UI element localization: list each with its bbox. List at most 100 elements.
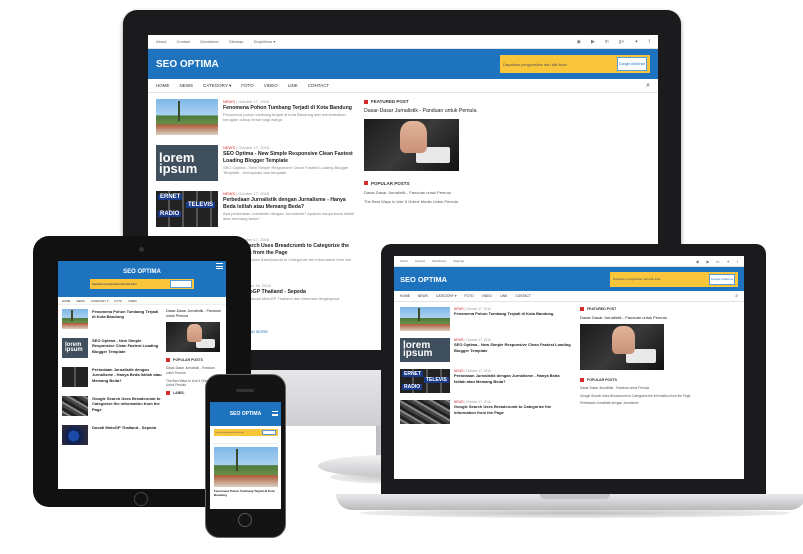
top-link-sitemap[interactable]: Sitemap [229,39,244,44]
post-category[interactable]: NEWS [454,400,464,404]
nav-home[interactable]: HOME [400,294,410,298]
nav-category[interactable]: CATEGORY ▾ [203,83,231,89]
nav-link[interactable]: LINK [500,294,507,298]
tablet-ad-banner[interactable]: Dapatkan penghasilan dari klik iklan [90,279,194,289]
post-item[interactable]: lorem ipsum NEWS | October 17, 2016 SEO O… [400,338,572,364]
nav-link[interactable]: LINK [288,83,298,88]
top-link-contact[interactable]: Contact [176,39,190,44]
facebook-icon[interactable]: f [737,259,738,264]
rss-icon[interactable]: ◉ [696,259,700,264]
post-thumbnail[interactable]: lorem ipsum [156,145,218,181]
post-thumbnail[interactable]: lorem ipsum [62,338,88,358]
post-title[interactable]: Ducati MotoGP Thailand - Sepeda [92,425,162,430]
header-ad-banner[interactable]: Dapatkan penghasilan dari klik iklan Goo… [500,55,650,73]
nav-contact[interactable]: CONTACT [308,83,329,88]
featured-title[interactable]: Dasar-Dasar Jurnalistik - Panduan untuk … [364,108,650,115]
post-item[interactable]: Perbedaan Jurnalistik dengan Jurnalisme … [62,367,162,391]
post-item[interactable]: Fenomena Pohon Tumbang Terjadi di Kota B… [62,309,162,333]
post-title[interactable]: SEO Optima - New Simple Responsive Clean… [223,151,356,165]
post-category[interactable]: NEWS [223,191,235,196]
youtube-icon[interactable]: ▶ [706,259,709,264]
post-category[interactable]: NEWS [223,99,235,104]
post-category[interactable]: NEWS [454,307,464,311]
site-logo[interactable]: SEO OPTIMA [156,59,219,70]
popular-item[interactable]: The Best Ways to Use It Online Media Unt… [364,199,650,205]
google-plus-icon[interactable]: g+ [619,39,625,45]
post-thumbnail[interactable] [213,447,278,487]
nav-category[interactable]: CATEGORY ▾ [91,299,109,303]
phone-home-button[interactable] [238,513,252,527]
top-link-about[interactable]: About [156,39,166,44]
twitter-icon[interactable]: ✦ [727,259,730,264]
post-title[interactable]: Fenomena Pohon Tumbang Terjadi di Kota B… [223,105,356,112]
header-ad-banner[interactable]: Dapatkan penghasilan dari klik iklan Goo… [610,271,738,287]
popular-item[interactable]: Dasar-Dasar Jurnalistik - Panduan untuk … [364,190,650,196]
search-icon[interactable]: ⌕ [735,293,738,299]
post-thumbnail[interactable]: lorem ipsum [400,338,450,362]
top-link-contact[interactable]: Contact [415,259,425,263]
nav-home[interactable]: HOME [62,299,70,303]
post-item[interactable]: Ducati MotoGP Thailand - Sepeda [62,425,162,449]
featured-image[interactable] [580,324,664,371]
post-item[interactable]: NEWS | October 17, 2016 Google Search Us… [400,400,572,426]
post-title[interactable]: Perbedaan Jurnalistik dengan Jurnalisme … [223,197,356,211]
phone-ad-banner[interactable]: Dapatkan penghasilan dari klik iklan [213,429,278,436]
site-logo[interactable]: SEO OPTIMA [400,275,447,284]
top-link-sitemap[interactable]: Sitemap [453,259,464,263]
post-title[interactable]: Fenomena Pohon Tumbang Terjadi di Kota B… [210,489,281,498]
nav-news[interactable]: NEWS [76,299,84,303]
phone-logo[interactable]: SEO OPTIMA [230,411,261,417]
nav-news[interactable]: NEWS [180,83,194,88]
post-item[interactable]: Google Search Uses Breadcrumb to Categor… [62,396,162,420]
post-thumbnail[interactable] [62,309,88,329]
post-thumbnail[interactable] [62,425,88,445]
post-category[interactable]: NEWS [454,369,464,373]
nav-news[interactable]: NEWS [418,294,428,298]
popular-item[interactable]: Dasar-Dasar Jurnalistik - Panduan untuk … [580,386,738,391]
post-title[interactable]: Perbedaan Jurnalistik dengan Jurnalisme … [454,373,572,384]
featured-image[interactable] [166,322,220,353]
tablet-logo[interactable]: SEO OPTIMA [123,269,161,275]
featured-title[interactable]: Dasar-Dasar Jurnalistik - Panduan untuk … [166,309,222,318]
nav-foto[interactable]: FOTO [241,83,253,88]
post-item[interactable]: NEWS | October 17, 2016 Fenomena Pohon T… [400,307,572,333]
post-category[interactable]: NEWS [454,338,464,342]
twitter-icon[interactable]: ✦ [634,39,638,45]
nav-foto[interactable]: FOTO [465,294,474,298]
featured-title[interactable]: Dasar-Dasar Jurnalistik - Panduan untuk … [580,315,738,320]
nav-home[interactable]: HOME [156,83,170,88]
linkedin-icon[interactable]: in [716,259,719,264]
post-title[interactable]: SEO Optima - New Simple Responsive Clean… [454,342,572,353]
nav-contact[interactable]: CONTACT [515,294,531,298]
search-icon[interactable]: ⌕ [646,82,650,90]
featured-image[interactable] [364,118,459,171]
post-item[interactable]: ERNET RADIO TELEVIS NEWS | October 17, 2… [400,369,572,395]
post-category[interactable]: NEWS [223,145,235,150]
tablet-home-button[interactable] [134,492,148,506]
rss-icon[interactable]: ◉ [577,39,581,45]
menu-icon[interactable] [216,263,223,269]
post-title[interactable]: SEO Optima - New Simple Responsive Clean… [92,338,162,354]
post-thumbnail[interactable] [62,367,88,387]
facebook-icon[interactable]: f [649,39,650,45]
post-item[interactable]: lorem ipsum SEO Optima - New Simple Respo… [62,338,162,362]
post-thumbnail[interactable]: ERNET RADIO TELEVIS [400,369,450,393]
youtube-icon[interactable]: ▶ [591,39,595,45]
top-link-about[interactable]: About [400,259,408,263]
nav-video[interactable]: VIDEO [128,299,137,303]
nav-foto[interactable]: FOTO [114,299,122,303]
post-title[interactable]: Fenomena Pohon Tumbang Terjadi di Kota B… [92,309,162,320]
post-title[interactable]: Fenomena Pohon Tumbang Terjadi di Kota B… [454,311,572,316]
linkedin-icon[interactable]: in [605,39,609,45]
post-item[interactable]: ERNET RADIO TELEVIS NEWS | October 17, 2… [156,191,356,229]
post-item[interactable]: lorem ipsum NEWS | October 17, 2016 SEO O… [156,145,356,183]
nav-category[interactable]: CATEGORY ▾ [436,294,457,298]
nav-video[interactable]: VIDEO [264,83,278,88]
top-link-dropmenu[interactable]: DropMenu ▾ [254,39,276,44]
post-thumbnail[interactable] [62,396,88,416]
post-title[interactable]: Google Search Uses Breadcrumb to Categor… [454,404,572,415]
popular-item[interactable]: Google Search Uses Breadcrumb to Categor… [580,394,738,399]
post-title[interactable]: Perbedaan Jurnalistik dengan Jurnalisme … [92,367,162,383]
post-thumbnail[interactable] [156,99,218,135]
popular-item[interactable]: Perbedaan Jurnalistik dengan Jurnalisme [580,401,738,406]
